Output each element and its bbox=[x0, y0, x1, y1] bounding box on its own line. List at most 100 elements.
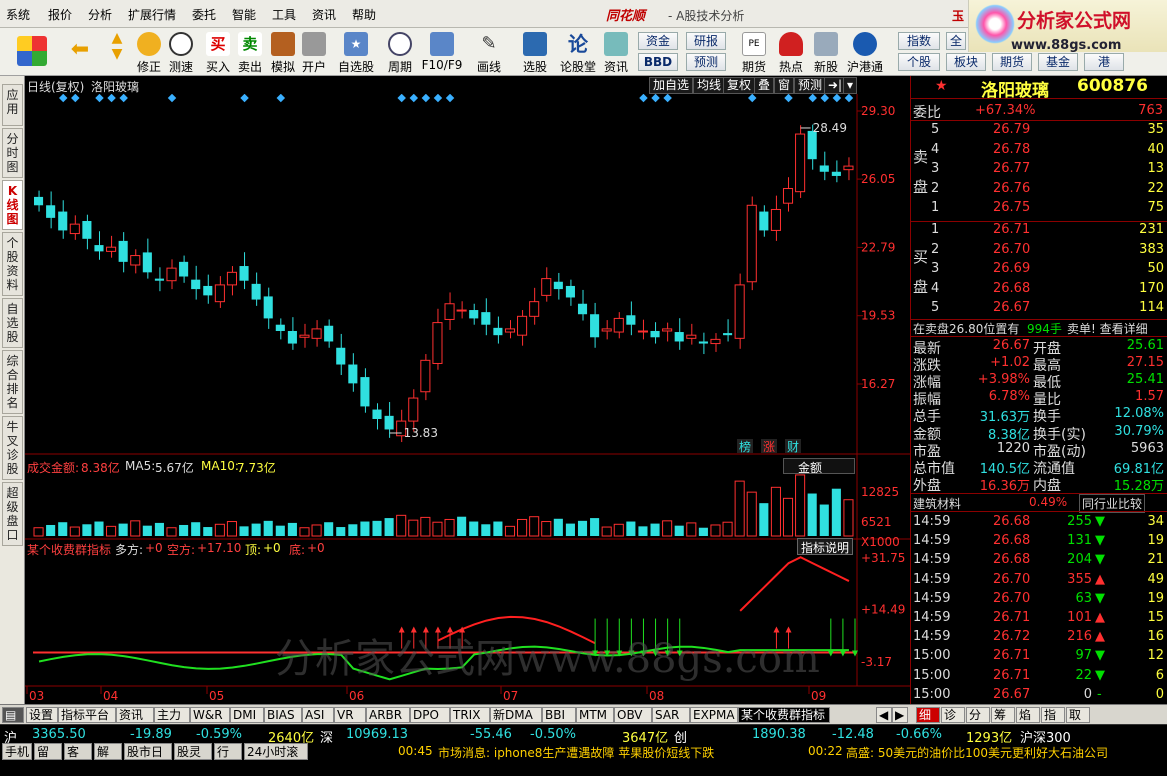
indicator-tab-16[interactable]: SAR bbox=[652, 707, 690, 723]
news-message-2[interactable]: 高盛: 50美元的油价比100美元更利好大石油公司 bbox=[846, 744, 1108, 761]
news-button[interactable]: 资讯 bbox=[600, 30, 632, 74]
buy-row[interactable]: 5 26.67 114 bbox=[911, 300, 1167, 319]
indicator-tab-3[interactable]: 主力 bbox=[154, 707, 190, 723]
hotspot-button[interactable]: 热点 bbox=[775, 30, 807, 74]
menu-analysis[interactable]: 分析 bbox=[88, 6, 112, 23]
panel-tab-4[interactable]: 焰 bbox=[1016, 707, 1040, 723]
news-tab-3[interactable]: 解盘 bbox=[94, 743, 122, 775]
ma-button[interactable]: 均线 bbox=[693, 77, 726, 94]
fund-small-button[interactable]: 基金 bbox=[1038, 53, 1078, 71]
sell-row[interactable]: 1 26.75 75 bbox=[911, 200, 1167, 219]
sector-button[interactable]: 板块 bbox=[946, 53, 986, 71]
star-icon[interactable]: ★ bbox=[935, 78, 948, 94]
tab-scroll-left-icon[interactable]: ▤ bbox=[2, 707, 24, 723]
menu-quote[interactable]: 报价 bbox=[48, 6, 72, 23]
sell-button[interactable]: 卖卖出 bbox=[235, 30, 265, 74]
forecast-button[interactable]: 预测 bbox=[686, 53, 726, 71]
indicator-tab-2[interactable]: 资讯 bbox=[116, 707, 154, 723]
menu-system[interactable]: 系统 bbox=[6, 6, 30, 23]
left-tab-6[interactable]: 牛叉诊股 bbox=[2, 416, 23, 480]
sector-name[interactable]: 建筑材料 bbox=[913, 495, 961, 512]
buy-button[interactable]: 买买入 bbox=[203, 30, 233, 74]
indicator-tab-7[interactable]: ASI bbox=[302, 707, 334, 723]
hk-button[interactable]: 港 bbox=[1084, 53, 1124, 71]
screener-button[interactable]: 选股 bbox=[514, 30, 556, 74]
left-tab-4[interactable]: 自选股 bbox=[2, 298, 23, 348]
open-account-button[interactable]: 开户 bbox=[299, 30, 329, 74]
indicator-tab-14[interactable]: MTM bbox=[576, 707, 614, 723]
tab-right-icon[interactable]: ▶ bbox=[892, 707, 908, 723]
back-button[interactable]: ⬅ bbox=[60, 30, 100, 74]
draw-line-button[interactable]: ✎ 画线 bbox=[468, 30, 510, 74]
news-tab-1[interactable]: 留言 bbox=[34, 743, 62, 775]
bbd-button[interactable]: BBD bbox=[638, 53, 678, 71]
left-tab-2[interactable]: K线图 bbox=[2, 180, 23, 230]
panel-tab-5[interactable]: 指 bbox=[1041, 707, 1065, 723]
grid-icon-button[interactable] bbox=[12, 30, 52, 74]
indicator-tab-5[interactable]: DMI bbox=[230, 707, 264, 723]
indicator-tab-12[interactable]: 新DMA bbox=[490, 707, 542, 723]
news-tab-6[interactable]: 行情 bbox=[214, 743, 242, 775]
menu-order[interactable]: 委托 bbox=[192, 6, 216, 23]
indicator-tab-18[interactable]: 某个收费群指标 bbox=[738, 707, 830, 723]
panel-tab-1[interactable]: 诊 bbox=[941, 707, 965, 723]
indicator-help-button[interactable]: 指标说明 bbox=[797, 538, 854, 555]
futures-button[interactable]: PE 期货 bbox=[738, 30, 770, 74]
kline-chart-area[interactable]: 日线(复权) 洛阳玻璃 加自选 均线 复权 叠 窗 预测 ➜| ▾ 29.30 2… bbox=[25, 76, 910, 704]
menu-smart[interactable]: 智能 bbox=[232, 6, 256, 23]
chevron-down-icon[interactable]: ▾ bbox=[843, 77, 858, 94]
menu-ext[interactable]: 扩展行情 bbox=[128, 6, 176, 23]
indicator-tab-0[interactable]: 设置 bbox=[26, 707, 58, 723]
ad-banner[interactable]: 分析家公式网 www.88gs.com bbox=[968, 0, 1167, 53]
volume-selector[interactable]: 金额 bbox=[783, 458, 855, 475]
ipo-button[interactable]: 新股 bbox=[810, 30, 842, 74]
sell-row[interactable]: 5 26.79 35 bbox=[911, 122, 1167, 141]
f10-button[interactable]: F10/F9 bbox=[420, 30, 464, 74]
left-tab-1[interactable]: 分时图 bbox=[2, 128, 23, 178]
left-tab-3[interactable]: 个股资料 bbox=[2, 232, 23, 296]
all-button[interactable]: 全 bbox=[946, 32, 966, 50]
stock-button[interactable]: 个股 bbox=[898, 53, 940, 71]
research-button[interactable]: 研报 bbox=[686, 32, 726, 50]
indicator-tab-13[interactable]: BBI bbox=[542, 707, 576, 723]
news-tab-0[interactable]: 手机 bbox=[2, 743, 32, 760]
indicator-tab-6[interactable]: BIAS bbox=[264, 707, 302, 723]
futures-small-button[interactable]: 期货 bbox=[992, 53, 1032, 71]
hk-connect-button[interactable]: 沪港通 bbox=[845, 30, 885, 74]
fund-button[interactable]: 资金 bbox=[638, 32, 678, 50]
updown-button[interactable]: ▲ ▼ bbox=[104, 30, 130, 74]
buy-row[interactable]: 2 26.70 383 bbox=[911, 242, 1167, 261]
fix-button[interactable]: 修正 bbox=[133, 30, 165, 74]
panel-tab-6[interactable]: 取 bbox=[1066, 707, 1090, 723]
speed-button[interactable]: 测速 bbox=[165, 30, 197, 74]
buy-row[interactable]: 1 26.71 231 bbox=[911, 222, 1167, 241]
forum-button[interactable]: 论论股堂 bbox=[558, 30, 598, 74]
left-tab-0[interactable]: 应用 bbox=[2, 84, 23, 126]
left-tab-5[interactable]: 综合排名 bbox=[2, 350, 23, 414]
news-tab-4[interactable]: 股市日记 bbox=[124, 743, 172, 775]
order-detail-link[interactable]: 卖单! 查看详细 bbox=[1067, 320, 1148, 337]
news-tab-5[interactable]: 股灵通 bbox=[174, 743, 212, 775]
panel-tab-0[interactable]: 细 bbox=[916, 707, 940, 723]
indicator-tab-15[interactable]: OBV bbox=[614, 707, 652, 723]
panel-tab-2[interactable]: 分 bbox=[966, 707, 990, 723]
menu-news[interactable]: 资讯 bbox=[312, 6, 336, 23]
sell-row[interactable]: 2 26.76 22 bbox=[911, 181, 1167, 200]
news-tab-2[interactable]: 客服 bbox=[64, 743, 92, 775]
indicator-tab-4[interactable]: W&R bbox=[190, 707, 230, 723]
tab-left-icon[interactable]: ◀ bbox=[876, 707, 892, 723]
left-tab-7[interactable]: 超级盘口 bbox=[2, 482, 23, 546]
panel-tab-3[interactable]: 筹 bbox=[991, 707, 1015, 723]
news-tab-7[interactable]: 24小时滚动 bbox=[244, 743, 308, 775]
period-button[interactable]: 周期 bbox=[380, 30, 420, 74]
menu-tools[interactable]: 工具 bbox=[272, 6, 296, 23]
news-message-1[interactable]: 市场消息: iphone8生产遭遇故障 苹果股价短线下跌 bbox=[438, 744, 714, 761]
add-watch-button[interactable]: 加自选 bbox=[649, 77, 694, 94]
indicator-tab-8[interactable]: VR bbox=[334, 707, 366, 723]
menu-help[interactable]: 帮助 bbox=[352, 6, 376, 23]
indicator-tab-9[interactable]: ARBR bbox=[366, 707, 410, 723]
indicator-tab-10[interactable]: DPO bbox=[410, 707, 450, 723]
buy-row[interactable]: 3 26.69 50 bbox=[911, 261, 1167, 280]
sell-row[interactable]: 4 26.78 40 bbox=[911, 142, 1167, 161]
buy-row[interactable]: 4 26.68 170 bbox=[911, 281, 1167, 300]
